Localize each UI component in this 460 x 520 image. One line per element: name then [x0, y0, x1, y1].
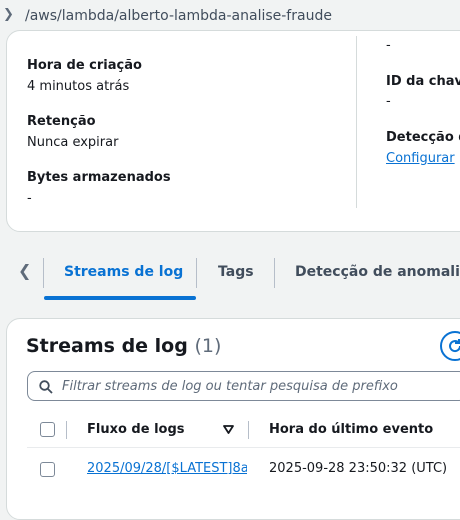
log-streams-count: (1) [194, 335, 222, 357]
tab-tags[interactable]: Tags [218, 264, 254, 280]
search-field [27, 371, 460, 401]
retention-label: Retenção [27, 114, 96, 129]
row-divider [27, 447, 460, 448]
key-id-label: ID da chave [386, 74, 460, 89]
tab-separator [274, 258, 275, 288]
sort-descending-icon[interactable] [223, 425, 234, 434]
tab-log-streams[interactable]: Streams de log [64, 264, 183, 280]
search-icon [39, 380, 53, 394]
log-streams-heading: Streams de log (1) [26, 335, 221, 357]
column-header-last-event[interactable]: Hora do último evento [269, 422, 433, 437]
creation-time-label: Hora de criação [27, 58, 142, 73]
stored-bytes-label: Bytes armazenados [27, 170, 171, 185]
retention-value: Nunca expirar [27, 135, 119, 150]
log-group-path: /aws/lambda/alberto-lambda-analise-fraud… [25, 8, 332, 24]
tab-anomaly-detection[interactable]: Detecção de anomalia [295, 264, 460, 280]
tab-separator [43, 258, 44, 288]
key-id-value: - [386, 94, 391, 109]
chevron-right-icon[interactable]: ❯ [3, 7, 14, 22]
column-separator [248, 421, 249, 439]
search-input[interactable] [62, 372, 460, 400]
tab-bar: ❮ Streams de log Tags Detecção de anomal… [0, 250, 460, 302]
log-streams-title: Streams de log [26, 335, 188, 357]
column-header-log-stream[interactable]: Fluxo de logs [87, 422, 185, 437]
column-divider [356, 36, 357, 208]
anomaly-detection-label: Detecção d [386, 130, 460, 145]
configure-link[interactable]: Configurar [386, 151, 455, 166]
chevron-left-icon[interactable]: ❮ [18, 261, 31, 280]
last-event-time: 2025-09-28 23:50:32 (UTC) [269, 461, 448, 476]
log-stream-link[interactable]: 2025/09/28/[$LATEST]8a [87, 461, 247, 476]
select-all-checkbox[interactable] [40, 422, 55, 437]
creation-time-value: 4 minutos atrás [27, 79, 130, 94]
stored-bytes-value: - [27, 191, 32, 206]
refresh-icon [449, 339, 460, 353]
top-right-value: - [386, 38, 391, 53]
tab-separator [196, 258, 197, 288]
row-checkbox[interactable] [40, 462, 55, 477]
column-separator [66, 421, 67, 439]
active-tab-indicator [44, 296, 196, 300]
